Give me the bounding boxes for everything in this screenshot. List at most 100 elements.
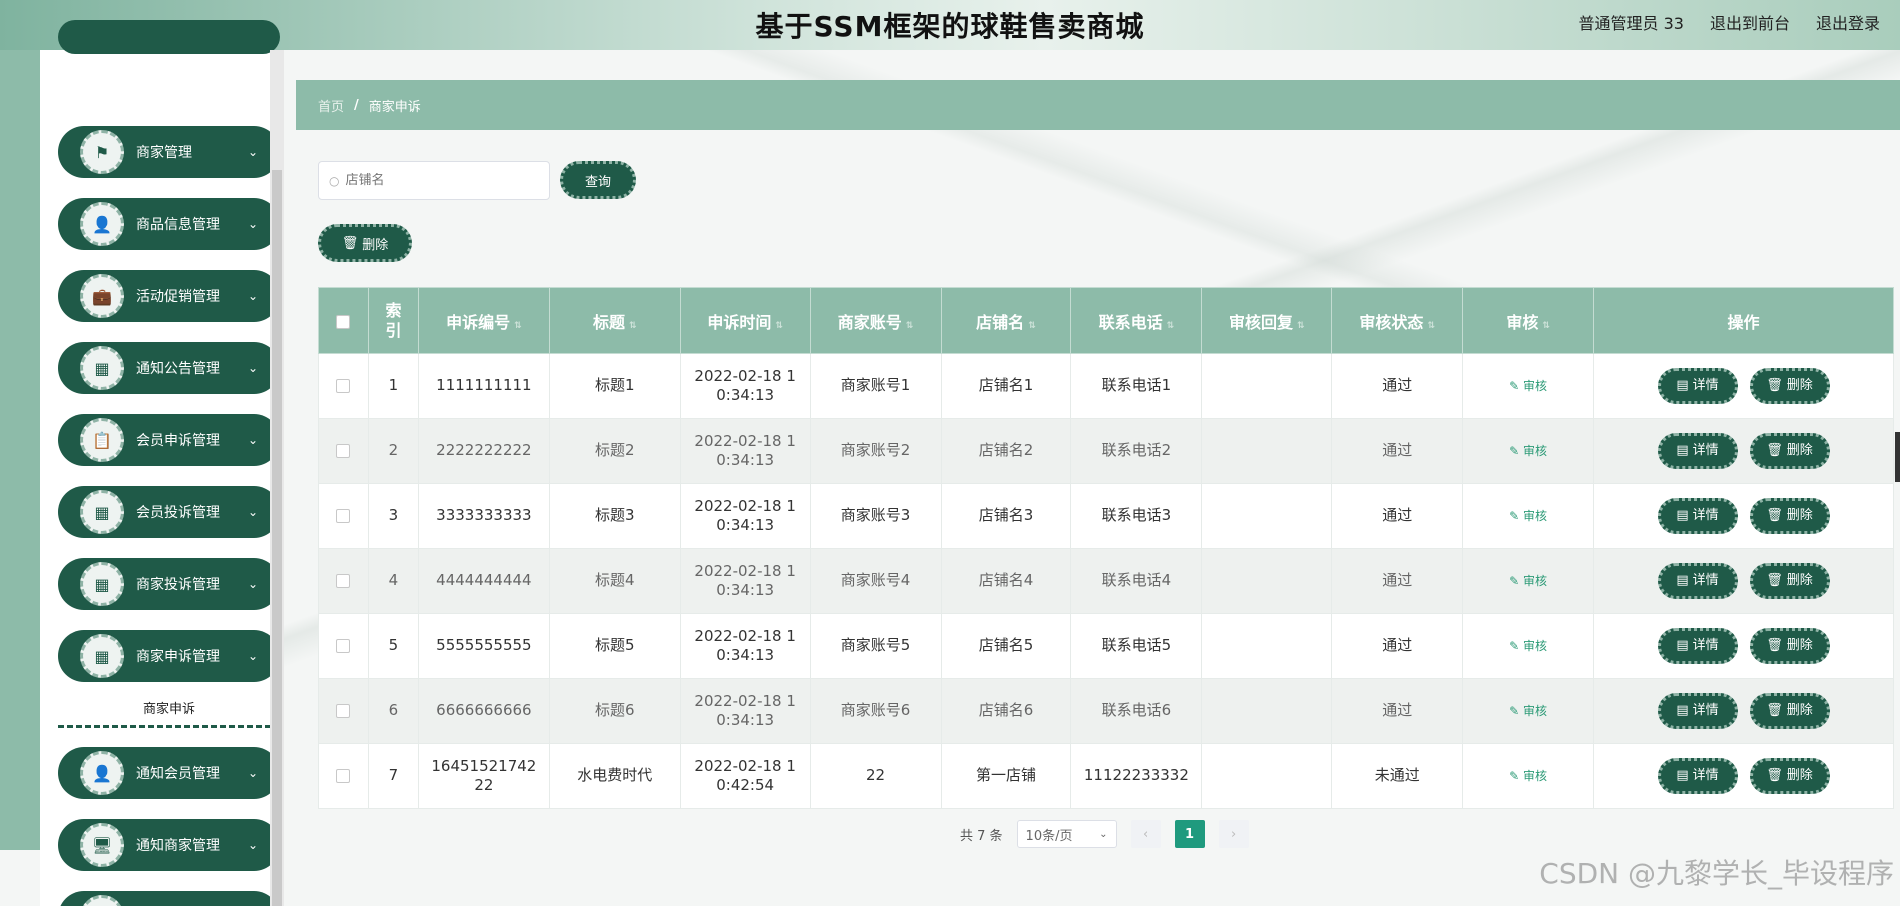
back-to-front-link[interactable]: 退出到前台 [1710,10,1790,34]
row-checkbox[interactable] [336,378,351,393]
table-row[interactable]: 7 1645152174222 水电费时代 2022-02-18 10:42:54 22… [318,743,1894,809]
sidebar-item-7[interactable]: ▦ 商家投诉管理 ⌄ [58,558,280,610]
detail-button[interactable]: ▤ 详情 [1657,498,1738,534]
select-all-header[interactable] [318,287,369,354]
row-checkbox[interactable] [336,768,351,783]
sidebar-item-2[interactable]: 👤 商品信息管理 ⌄ [58,198,280,250]
row-select-cell[interactable] [318,743,369,809]
detail-button[interactable]: ▤ 详情 [1657,693,1738,729]
window-edge-scroll[interactable] [1895,432,1900,482]
table-row[interactable]: 3 3333333333 标题3 2022-02-18 10:34:13 商家账号3 店铺… [318,483,1894,549]
prev-page-button[interactable]: ‹ [1130,820,1161,848]
sort-icon: ⇅ [1166,320,1175,331]
next-page-button[interactable]: › [1218,820,1249,848]
sort-icon: ⇅ [1542,320,1550,331]
chevron-down-icon: ⌄ [247,838,258,852]
detail-button[interactable]: ▤ 详情 [1657,433,1738,469]
header-time[interactable]: 申诉时间 ⇅ [679,287,811,354]
sidebar-item-4[interactable]: ▦ 通知公告管理 ⌄ [58,342,280,394]
sidebar-item-1[interactable]: ⚑ 商家管理 ⌄ [58,126,280,178]
cell-shop: 第一店铺 [940,743,1072,809]
cell-review: ✎ 审核 [1462,743,1595,809]
table-row[interactable]: 2 2222222222 标题2 2022-02-18 10:34:13 商家账号2 店铺… [318,418,1894,484]
row-select-cell[interactable] [318,613,369,679]
row-checkbox[interactable] [336,508,351,523]
review-link[interactable]: ✎ 审核 [1509,704,1547,718]
row-checkbox[interactable] [336,638,351,653]
detail-button[interactable]: ▤ 详情 [1657,563,1738,599]
row-select-cell[interactable] [318,678,369,744]
header-phone[interactable]: 联系电话 ⇅ [1070,287,1203,354]
delete-button[interactable]: 🗑 删除 [1749,368,1830,404]
detail-button[interactable]: ▤ 详情 [1657,758,1738,794]
review-link[interactable]: ✎ 审核 [1509,574,1547,588]
row-checkbox[interactable] [336,573,351,588]
breadcrumb-home[interactable]: 首页 [318,96,344,115]
user-icon: 👤 [80,751,124,795]
cell-time: 2022-02-18 10:34:13 [679,678,811,744]
header-code[interactable]: 申诉编号 ⇅ [417,287,550,354]
review-link[interactable]: ✎ 审核 [1509,769,1547,783]
top-header: 基于SSM框架的球鞋售卖商城 普通管理员 33 退出到前台 退出登录 [0,0,1900,50]
page-1-button[interactable]: 1 [1174,820,1205,848]
delete-button[interactable]: 🗑 删除 [1749,758,1830,794]
row-select-cell[interactable] [318,483,369,549]
sidebar-item-5[interactable]: 📋 会员申诉管理 ⌄ [58,414,280,466]
sidebar-scrollbar[interactable] [270,50,284,906]
header-review[interactable]: 审核 ⇅ [1462,287,1595,354]
review-link[interactable]: ✎ 审核 [1509,379,1547,393]
sidebar-item-6[interactable]: ▦ 会员投诉管理 ⌄ [58,486,280,538]
shop-name-search[interactable]: ○ [318,161,550,200]
batch-delete-button[interactable]: 🗑 删除 [318,224,412,262]
row-select-cell[interactable] [318,548,369,614]
row-select-cell[interactable] [318,353,369,419]
page-size-select[interactable]: 10条/页 ⌄ [1016,820,1117,848]
sidebar-item-10[interactable]: 🖥 通知商家管理 ⌄ [58,819,280,871]
batch-delete-label: 删除 [362,237,389,253]
trash-icon: 🗑 [1766,507,1783,523]
monitor-icon: 🖥 [80,823,124,867]
row-checkbox[interactable] [336,443,351,458]
review-link[interactable]: ✎ 审核 [1509,639,1547,653]
table-row[interactable]: 1 1111111111 标题1 2022-02-18 10:34:13 商家账号1 店铺… [318,353,1894,419]
search-icon: ○ [329,173,340,188]
query-button[interactable]: 查询 [560,161,636,199]
user-icon: 👤 [80,202,124,246]
row-select-cell[interactable] [318,418,369,484]
cell-phone: 联系电话1 [1070,353,1203,419]
current-user: 普通管理员 33 [1578,14,1684,33]
delete-button[interactable]: 🗑 删除 [1749,628,1830,664]
table-row[interactable]: 6 6666666666 标题6 2022-02-18 10:34:13 商家账号6 店铺… [318,678,1894,744]
delete-button[interactable]: 🗑 删除 [1749,563,1830,599]
review-link[interactable]: ✎ 审核 [1509,509,1547,523]
delete-button[interactable]: 🗑 删除 [1749,498,1830,534]
select-all-checkbox[interactable] [336,314,351,329]
header-status[interactable]: 审核状态 ⇅ [1331,287,1464,354]
sidebar-item-3[interactable]: 💼 活动促销管理 ⌄ [58,270,280,322]
shop-name-input[interactable] [345,173,526,188]
logout-link[interactable]: 退出登录 [1816,10,1880,34]
sidebar-item-partial[interactable] [58,20,280,54]
sidebar-item-8[interactable]: ▦ 商家申诉管理 ⌄ [58,630,280,682]
trash-icon: 🗑 [1766,637,1783,653]
review-link[interactable]: ✎ 审核 [1509,444,1547,458]
table-row[interactable]: 4 4444444444 标题4 2022-02-18 10:34:13 商家账号4 店铺… [318,548,1894,614]
apps-icon: ▦ [80,562,124,606]
header-title[interactable]: 标题 ⇅ [548,287,681,354]
cell-index: 3 [367,483,419,549]
header-reply[interactable]: 审核回复 ⇅ [1201,287,1333,354]
sidebar-scrollbar-thumb[interactable] [272,170,282,906]
table-row[interactable]: 5 5555555555 标题5 2022-02-18 10:34:13 商家账号5 店铺… [318,613,1894,679]
sidebar-item-9[interactable]: 👤 通知会员管理 ⌄ [58,747,280,799]
row-checkbox[interactable] [336,703,351,718]
cell-account: 商家账号6 [809,678,942,744]
delete-button[interactable]: 🗑 删除 [1749,433,1830,469]
header-account[interactable]: 商家账号 ⇅ [809,287,942,354]
submenu-item-merchant-appeal[interactable]: 商家申诉 [58,690,280,728]
detail-button[interactable]: ▤ 详情 [1657,628,1738,664]
delete-button[interactable]: 🗑 删除 [1749,693,1830,729]
detail-button[interactable]: ▤ 详情 [1657,368,1738,404]
sidebar-item-11[interactable]: ☰订单管理⌄ [58,891,280,906]
watermark: CSDN @九黎学长_毕设程序 [1539,857,1894,890]
header-shop[interactable]: 店铺名 ⇅ [940,287,1072,354]
